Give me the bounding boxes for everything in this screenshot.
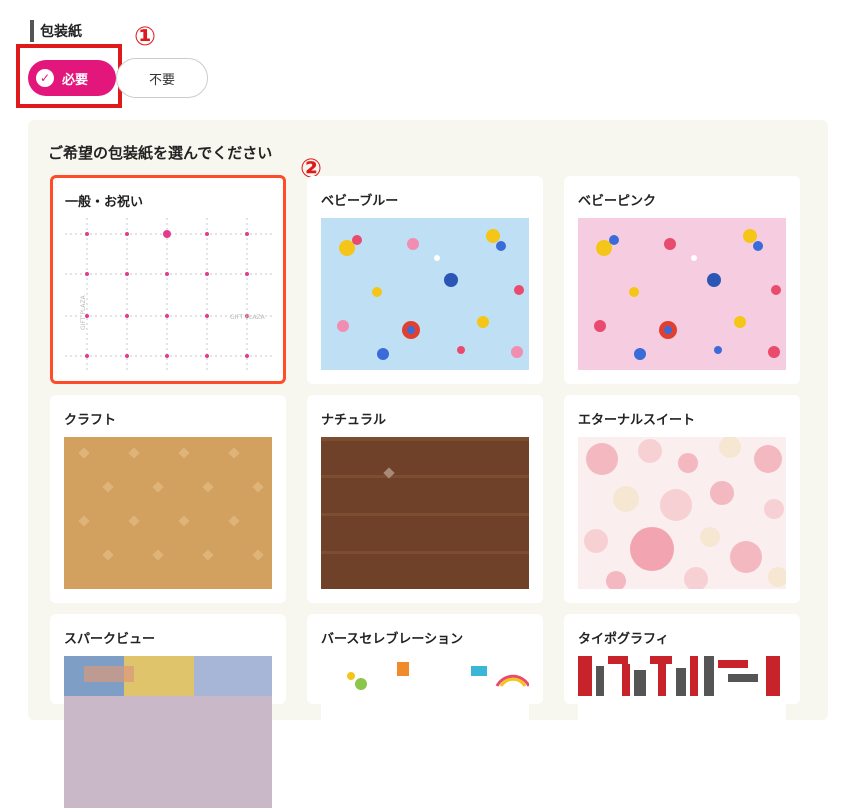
paper-card-birth-celebration[interactable]: バースセレブレーション bbox=[307, 614, 543, 808]
no-need-label: 不要 bbox=[148, 72, 175, 88]
paper-name: 一般・お祝い bbox=[65, 195, 144, 210]
paper-swatch-baby-pink bbox=[578, 218, 786, 370]
paper-swatch-spark-view bbox=[64, 656, 272, 808]
paper-swatch-kraft bbox=[64, 437, 272, 589]
paper-card-baby-blue[interactable]: ベビーブルー bbox=[307, 176, 543, 384]
paper-name: ナチュラル bbox=[321, 413, 387, 428]
paper-card-general[interactable]: 一般・お祝い GIFT PLAZA GIFT PLAZA bbox=[50, 175, 286, 384]
need-label: 必要 bbox=[62, 72, 89, 88]
paper-name: ベビーブルー bbox=[321, 194, 399, 209]
paper-name: エターナルスイート bbox=[578, 413, 696, 428]
paper-name: クラフト bbox=[64, 413, 117, 428]
paper-name: ベビーピンク bbox=[578, 194, 657, 209]
paper-swatch-typography bbox=[578, 656, 786, 808]
paper-card-kraft[interactable]: クラフト bbox=[50, 395, 286, 603]
panel-heading: ご希望の包装紙を選んでください bbox=[48, 144, 273, 162]
paper-name: スパークビュー bbox=[64, 632, 156, 647]
section-title: 包装紙 bbox=[30, 20, 82, 42]
paper-swatch-natural bbox=[321, 437, 529, 589]
paper-card-baby-pink[interactable]: ベビーピンク bbox=[564, 176, 800, 384]
paper-swatch-birth-celebration bbox=[321, 656, 529, 808]
svg-text:GIFT PLAZA: GIFT PLAZA bbox=[80, 294, 87, 330]
paper-card-typography[interactable]: タイポグラフィ bbox=[564, 614, 800, 808]
no-wrapping-button[interactable]: 不要 bbox=[116, 58, 208, 98]
check-icon: ✓ bbox=[36, 69, 54, 87]
paper-swatch-eternal-sweet bbox=[578, 437, 786, 589]
paper-name: タイポグラフィ bbox=[578, 632, 669, 647]
paper-name: バースセレブレーション bbox=[321, 632, 464, 647]
svg-text:GIFT PLAZA: GIFT PLAZA bbox=[230, 314, 266, 321]
need-wrapping-button[interactable]: ✓ 必要 bbox=[28, 60, 116, 96]
annotation-number-1: ① bbox=[134, 22, 157, 52]
paper-swatch-general: GIFT PLAZA GIFT PLAZA bbox=[65, 218, 273, 370]
paper-card-eternal-sweet[interactable]: エターナルスイート bbox=[564, 395, 800, 603]
paper-card-spark-view[interactable]: スパークビュー bbox=[50, 614, 286, 808]
paper-card-natural[interactable]: ナチュラル bbox=[307, 395, 543, 603]
paper-swatch-baby-blue bbox=[321, 218, 529, 370]
